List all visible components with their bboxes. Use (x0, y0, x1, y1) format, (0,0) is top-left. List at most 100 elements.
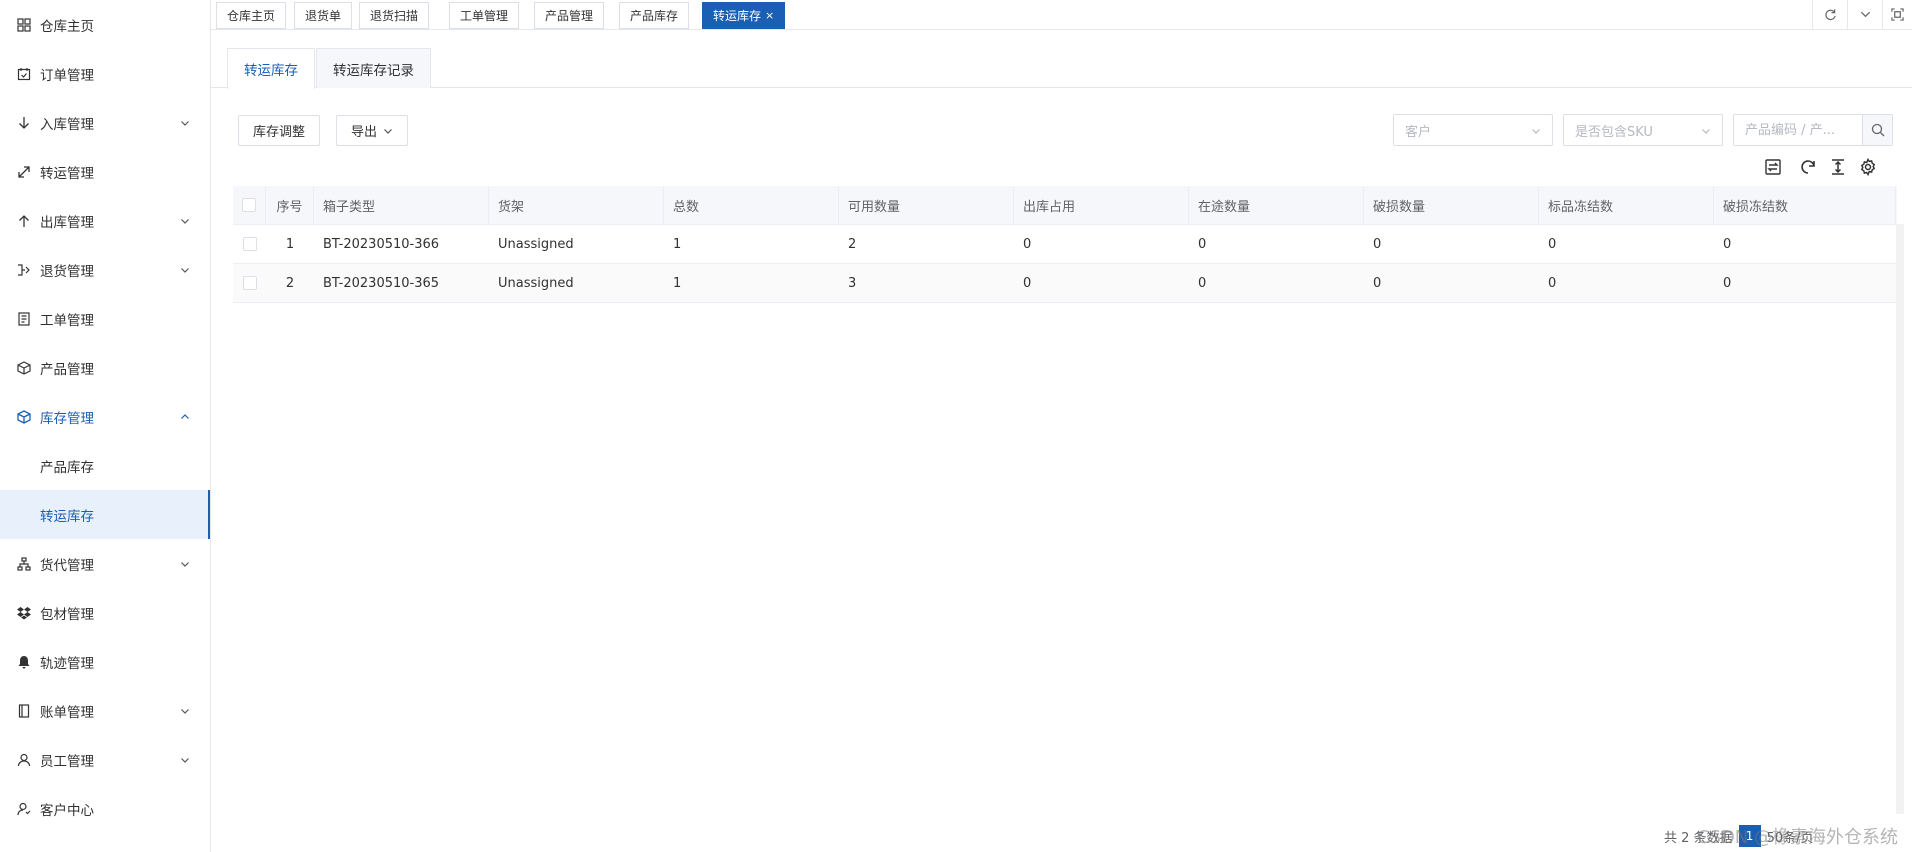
sidebar-item-orders[interactable]: 订单管理 (0, 49, 210, 98)
sidebar-item-label: 工单管理 (40, 312, 94, 329)
bell-icon (17, 655, 31, 669)
sidebar-item-work-orders[interactable]: 工单管理 (0, 294, 210, 343)
search-button[interactable] (1862, 115, 1892, 145)
sidebar-subitem-product-inventory[interactable]: 产品库存 (0, 441, 210, 490)
cell-total: 1 (673, 236, 682, 252)
table-scrollbar[interactable] (1896, 224, 1904, 814)
sidebar-item-tracking[interactable]: 轨迹管理 (0, 637, 210, 686)
customer-icon (17, 802, 31, 816)
inventory-adjust-button[interactable]: 库存调整 (238, 115, 321, 146)
sidebar-item-inbound[interactable]: 入库管理 (0, 98, 210, 147)
row-checkbox[interactable] (242, 276, 257, 290)
cell-box-type: BT-20230510-366 (323, 236, 440, 252)
page-size-select[interactable]: 50条/页 (1767, 827, 1814, 846)
table-row[interactable]: 2 BT-20230510-365 Unassigned 1 3 0 0 0 0… (233, 264, 1897, 303)
sidebar-item-label: 仓库主页 (40, 18, 94, 35)
cube-icon (17, 409, 31, 424)
sidebar-item-warehouse-home[interactable]: 仓库主页 (0, 0, 210, 49)
sidebar-item-products[interactable]: 产品管理 (0, 343, 210, 392)
chevron-up-icon (181, 413, 189, 419)
chevron-down-icon (181, 218, 189, 224)
table-settings-button[interactable] (1858, 157, 1878, 177)
sidebar: 仓库主页 订单管理 入库管理 转运管理 出库管理 退货管理 工单管理 产品管理 … (0, 0, 211, 852)
cell-damaged-frozen: 0 (1723, 236, 1732, 252)
hierarchy-icon (17, 556, 31, 571)
cell-box-type: BT-20230510-365 (323, 275, 440, 291)
sidebar-item-billing[interactable]: 账单管理 (0, 686, 210, 735)
density-button[interactable] (1828, 157, 1848, 177)
content-tabs: 转运库存 转运库存记录 (211, 48, 1912, 89)
sidebar-item-staff[interactable]: 员工管理 (0, 735, 210, 784)
column-toggle-button[interactable] (1763, 157, 1783, 177)
top-tab-return-orders[interactable]: 退货单 (294, 2, 353, 29)
switch-icon (1765, 159, 1781, 175)
sidebar-item-packaging[interactable]: 包材管理 (0, 588, 210, 637)
sidebar-item-label: 包材管理 (40, 606, 94, 623)
top-tab-product-inventory[interactable]: 产品库存 (619, 2, 690, 29)
sidebar-item-inventory[interactable]: 库存管理 (0, 392, 210, 441)
sidebar-subitem-transfer-inventory[interactable]: 转运库存 (0, 490, 210, 539)
fullscreen-icon (1891, 8, 1904, 21)
close-icon[interactable]: × (765, 9, 774, 22)
search-box (1733, 114, 1893, 146)
chevron-down-icon (181, 708, 189, 714)
page-number-button[interactable]: 1 (1738, 825, 1761, 847)
fullscreen-button[interactable] (1882, 0, 1912, 29)
header-damaged-frozen: 破损冻结数 (1714, 186, 1896, 224)
cell-shelf: Unassigned (498, 236, 574, 252)
cell-standard-frozen: 0 (1548, 275, 1557, 291)
row-checkbox[interactable] (242, 237, 257, 251)
sidebar-item-label: 退货管理 (40, 263, 94, 280)
cell-standard-frozen: 0 (1548, 236, 1557, 252)
sidebar-item-customers[interactable]: 客户中心 (0, 784, 210, 833)
customer-select[interactable]: 客户 (1393, 114, 1553, 146)
header-outbound-occupied: 出库占用 (1014, 186, 1189, 224)
box-icon (17, 360, 31, 375)
table-refresh-button[interactable] (1798, 157, 1818, 177)
refresh-icon (1824, 9, 1836, 21)
cell-in-transit: 0 (1198, 236, 1207, 252)
top-tab-work-orders[interactable]: 工单管理 (449, 2, 520, 29)
tabs-dropdown-button[interactable] (1847, 0, 1882, 29)
header-index: 序号 (266, 186, 314, 224)
header-shelf: 货架 (489, 186, 664, 224)
refresh-icon (1801, 160, 1815, 174)
search-icon (1871, 123, 1884, 137)
customer-select-placeholder: 客户 (1405, 124, 1432, 140)
column-height-icon (1832, 159, 1844, 175)
tab-transfer-inventory-records[interactable]: 转运库存记录 (316, 48, 431, 88)
refresh-button[interactable] (1812, 0, 1847, 29)
sku-select[interactable]: 是否包含SKU (1563, 114, 1723, 146)
export-button[interactable]: 导出 (336, 115, 409, 146)
sidebar-item-returns[interactable]: 退货管理 (0, 245, 210, 294)
header-standard-frozen: 标品冻结数 (1539, 186, 1714, 224)
total-count: 共 2 条数据 (1664, 830, 1733, 846)
calendar-check-icon (17, 67, 31, 81)
sidebar-item-transfer[interactable]: 转运管理 (0, 147, 210, 196)
top-tab-products[interactable]: 产品管理 (534, 2, 605, 29)
sidebar-item-outbound[interactable]: 出库管理 (0, 196, 210, 245)
header-total: 总数 (664, 186, 839, 224)
top-tab-bar: 仓库主页 退货单 退货扫描 工单管理 产品管理 产品库存 转运库存 × (211, 0, 1912, 30)
sidebar-item-forwarder[interactable]: 货代管理 (0, 539, 210, 588)
table-row[interactable]: 1 BT-20230510-366 Unassigned 1 2 0 0 0 0… (233, 225, 1897, 264)
sidebar-item-label: 入库管理 (40, 116, 94, 133)
diagonal-arrow-icon (17, 165, 31, 179)
header-box-type: 箱子类型 (314, 186, 489, 224)
chevron-down-icon (181, 757, 189, 763)
sidebar-item-label: 客户中心 (40, 802, 94, 819)
chevron-down-icon (181, 120, 189, 126)
chevron-down-icon (1860, 11, 1870, 18)
search-input[interactable] (1734, 115, 1862, 145)
top-tab-warehouse-home[interactable]: 仓库主页 (216, 2, 287, 29)
pagination: 共 2 条数据 1 50条/页 (1664, 823, 1813, 849)
sidebar-item-label: 货代管理 (40, 557, 94, 574)
select-all-checkbox[interactable] (242, 198, 256, 212)
tab-transfer-inventory[interactable]: 转运库存 (227, 48, 315, 89)
top-tab-transfer-inventory[interactable]: 转运库存 × (702, 2, 786, 29)
chevron-down-icon (384, 128, 392, 134)
top-tab-return-scan[interactable]: 退货扫描 (359, 2, 430, 29)
cell-available: 3 (848, 275, 857, 291)
cell-index: 1 (285, 236, 295, 252)
sidebar-item-label: 转运管理 (40, 165, 94, 182)
